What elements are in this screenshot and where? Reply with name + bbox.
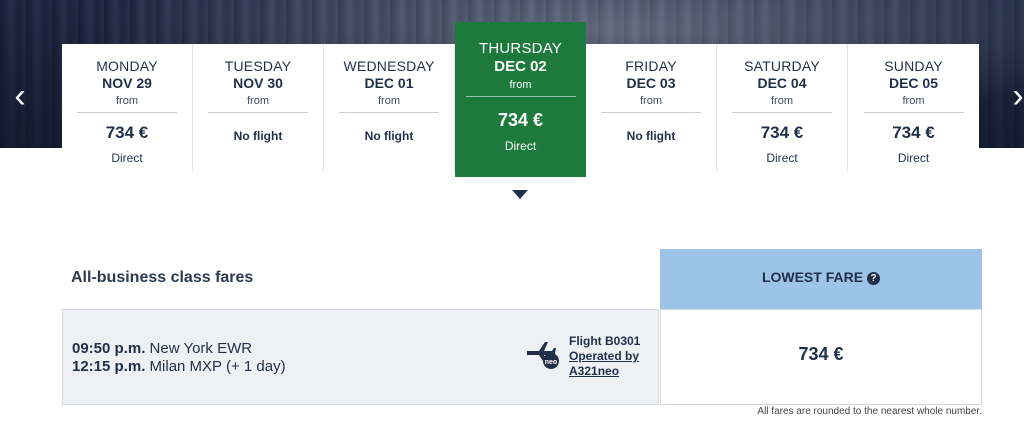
day-date: DEC 03 (626, 75, 676, 91)
day-from-label: from (771, 95, 793, 107)
divider (465, 96, 576, 97)
day-date: DEC 05 (888, 75, 939, 91)
day-status: No flight (626, 129, 676, 143)
day-status: Direct (766, 151, 798, 165)
next-week-arrow-icon[interactable]: › (1008, 78, 1024, 114)
flight-times: 09:50 p.m. New York EWR 12:15 p.m. Milan… (72, 340, 286, 376)
day-card-tue[interactable]: TUESDAY NOV 30 from No flight (193, 44, 324, 172)
day-from-label: from (902, 95, 925, 107)
day-card-sun[interactable]: SUNDAY DEC 05 from 734 € Direct (848, 44, 979, 172)
flight-row: 09:50 p.m. New York EWR 12:15 p.m. Milan… (62, 309, 659, 405)
day-selector: MONDAY NOV 29 from 734 € Direct TUESDAY … (62, 22, 980, 177)
day-price: 734 € (105, 123, 149, 142)
day-weekday: TUESDAY (224, 58, 292, 74)
divider (77, 112, 177, 113)
prev-week-arrow-icon[interactable]: ‹ (10, 78, 30, 114)
day-card-thu-selected[interactable]: THURSDAY DEC 02 from 734 € Direct (455, 22, 586, 177)
day-card-wed[interactable]: WEDNESDAY DEC 01 from No flight (324, 44, 455, 172)
day-from-label: from (509, 79, 532, 91)
fare-header: All-business class fares (62, 249, 659, 309)
flight-number: Flight B0301 (569, 334, 641, 348)
arrive-time: 12:15 p.m. (72, 358, 146, 375)
day-price: 734 € (760, 123, 804, 142)
help-icon[interactable]: ? (867, 272, 881, 285)
arrive-place: Milan MXP (+ 1 day) (149, 358, 286, 375)
divider (732, 112, 832, 113)
flight-info: Flight B0301 Operated by A321neo (569, 334, 640, 379)
day-weekday: FRIDAY (625, 58, 677, 74)
day-date: DEC 04 (757, 75, 807, 91)
day-date: DEC 01 (364, 75, 414, 91)
day-from-label: from (640, 95, 662, 107)
day-from-label: from (116, 95, 138, 107)
day-price: 734 € (497, 110, 544, 130)
lowest-fare-label: LOWEST FARE (761, 269, 864, 285)
day-card-sat[interactable]: SATURDAY DEC 04 from 734 € Direct (717, 44, 848, 172)
lowest-fare-header: LOWEST FARE? (660, 249, 982, 309)
lowest-fare-price-cell[interactable]: 734 € (660, 309, 982, 405)
day-status: Direct (111, 151, 143, 165)
divider (339, 112, 439, 113)
day-weekday: SATURDAY (744, 58, 820, 74)
selected-day-caret-icon (512, 190, 528, 199)
divider (863, 112, 964, 113)
day-from-label: from (247, 95, 269, 107)
depart-place: New York EWR (149, 340, 253, 357)
depart-time: 09:50 p.m. (72, 340, 146, 357)
fare-section-title: All-business class fares (71, 269, 254, 286)
day-status: No flight (364, 129, 414, 143)
day-card-mon[interactable]: MONDAY NOV 29 from 734 € Direct (62, 44, 193, 172)
day-weekday: THURSDAY (479, 40, 562, 57)
divider (208, 112, 308, 113)
lowest-fare-price: 734 € (798, 344, 844, 364)
day-status: No flight (233, 129, 283, 143)
day-date: DEC 02 (494, 58, 547, 75)
neo-badge: neo (545, 359, 557, 366)
day-date: NOV 30 (233, 75, 283, 91)
aircraft-link[interactable]: A321neo (569, 364, 640, 379)
day-card-fri[interactable]: FRIDAY DEC 03 from No flight (586, 44, 717, 172)
day-weekday: WEDNESDAY (343, 58, 435, 74)
day-date: NOV 29 (102, 75, 152, 91)
divider (601, 112, 701, 113)
rounding-note: All fares are rounded to the nearest who… (757, 406, 982, 417)
day-weekday: MONDAY (96, 58, 158, 74)
day-from-label: from (378, 95, 400, 107)
airplane-icon: neo (527, 342, 559, 369)
day-weekday: SUNDAY (884, 58, 943, 74)
day-price: 734 € (892, 123, 935, 142)
day-status: Direct (504, 139, 537, 153)
operated-by-link[interactable]: Operated by (569, 349, 640, 364)
day-status: Direct (897, 151, 930, 165)
